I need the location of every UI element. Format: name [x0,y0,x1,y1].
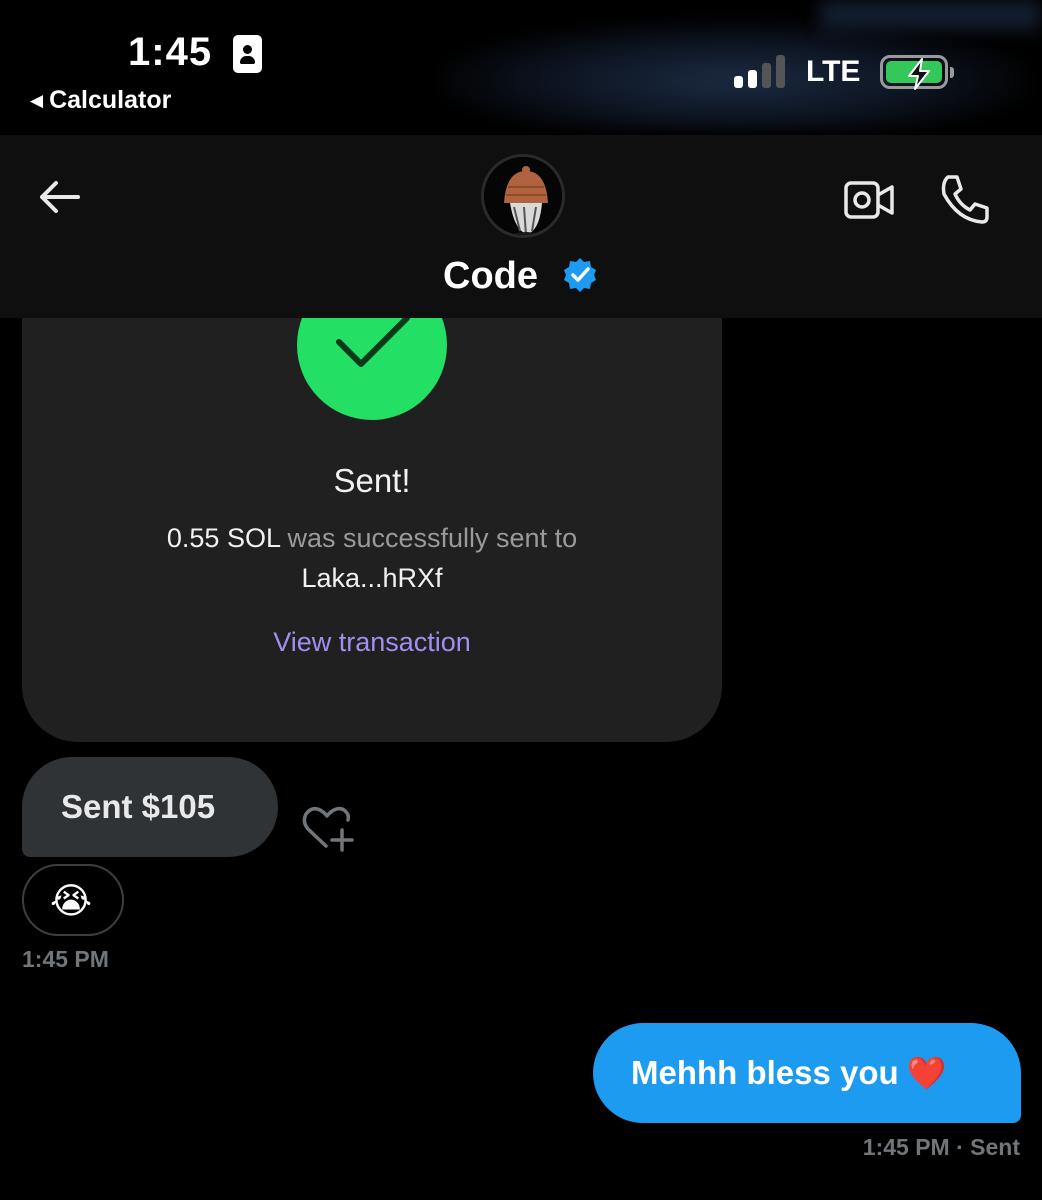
battery-icon [880,55,954,90]
incoming-message-text: Sent $105 [61,788,216,825]
transaction-title: Sent! [333,462,411,499]
reaction-emoji: 😭 [50,880,93,921]
heart-emoji: ❤️ [906,1055,947,1091]
avatar[interactable] [481,154,565,238]
id-card-icon [233,35,262,73]
delivery-status: · Sent [949,1134,1020,1160]
incoming-message-bubble[interactable]: Sent $105 [22,757,278,857]
status-bar: 1:45 ◀ Calculator LTE [0,0,1042,135]
back-app-label: Calculator [49,86,172,114]
verified-badge-icon [564,258,596,292]
incoming-timestamp: 1:45 PM [22,946,109,972]
transaction-amount: 0.55 SOL [166,523,280,553]
add-reaction-icon[interactable] [300,802,354,854]
contact-name[interactable]: Code [443,255,538,298]
transaction-recipient: Laka...hRXf [301,563,443,593]
outgoing-time: 1:45 PM [862,1134,950,1160]
outgoing-timestamp: 1:45 PM · Sent [830,1134,1020,1161]
video-call-icon[interactable] [843,178,895,222]
outgoing-message-bubble[interactable]: Mehhh bless you ❤️ [593,1023,1021,1123]
network-type: LTE [806,55,861,88]
message-reaction[interactable]: 😭 [22,864,124,936]
transaction-message-text: was successfully sent to [279,523,578,553]
transaction-message: 0.55 SOL was successfully sent to [22,523,722,554]
transaction-card: Sent! 0.55 SOL was successfully sent to … [22,250,722,742]
outgoing-message-text: Mehhh bless you [631,1054,899,1091]
back-to-app-link[interactable]: ◀ Calculator [30,86,171,115]
back-arrow-icon[interactable] [36,173,84,221]
blurred-region [820,0,1040,30]
phone-call-icon[interactable] [938,172,992,226]
signal-strength-icon [734,54,790,88]
view-transaction-link[interactable]: View transaction [22,627,722,658]
status-time: 1:45 [128,30,213,74]
conversation-header: Code [0,135,1042,318]
back-triangle-icon: ◀ [30,91,44,110]
